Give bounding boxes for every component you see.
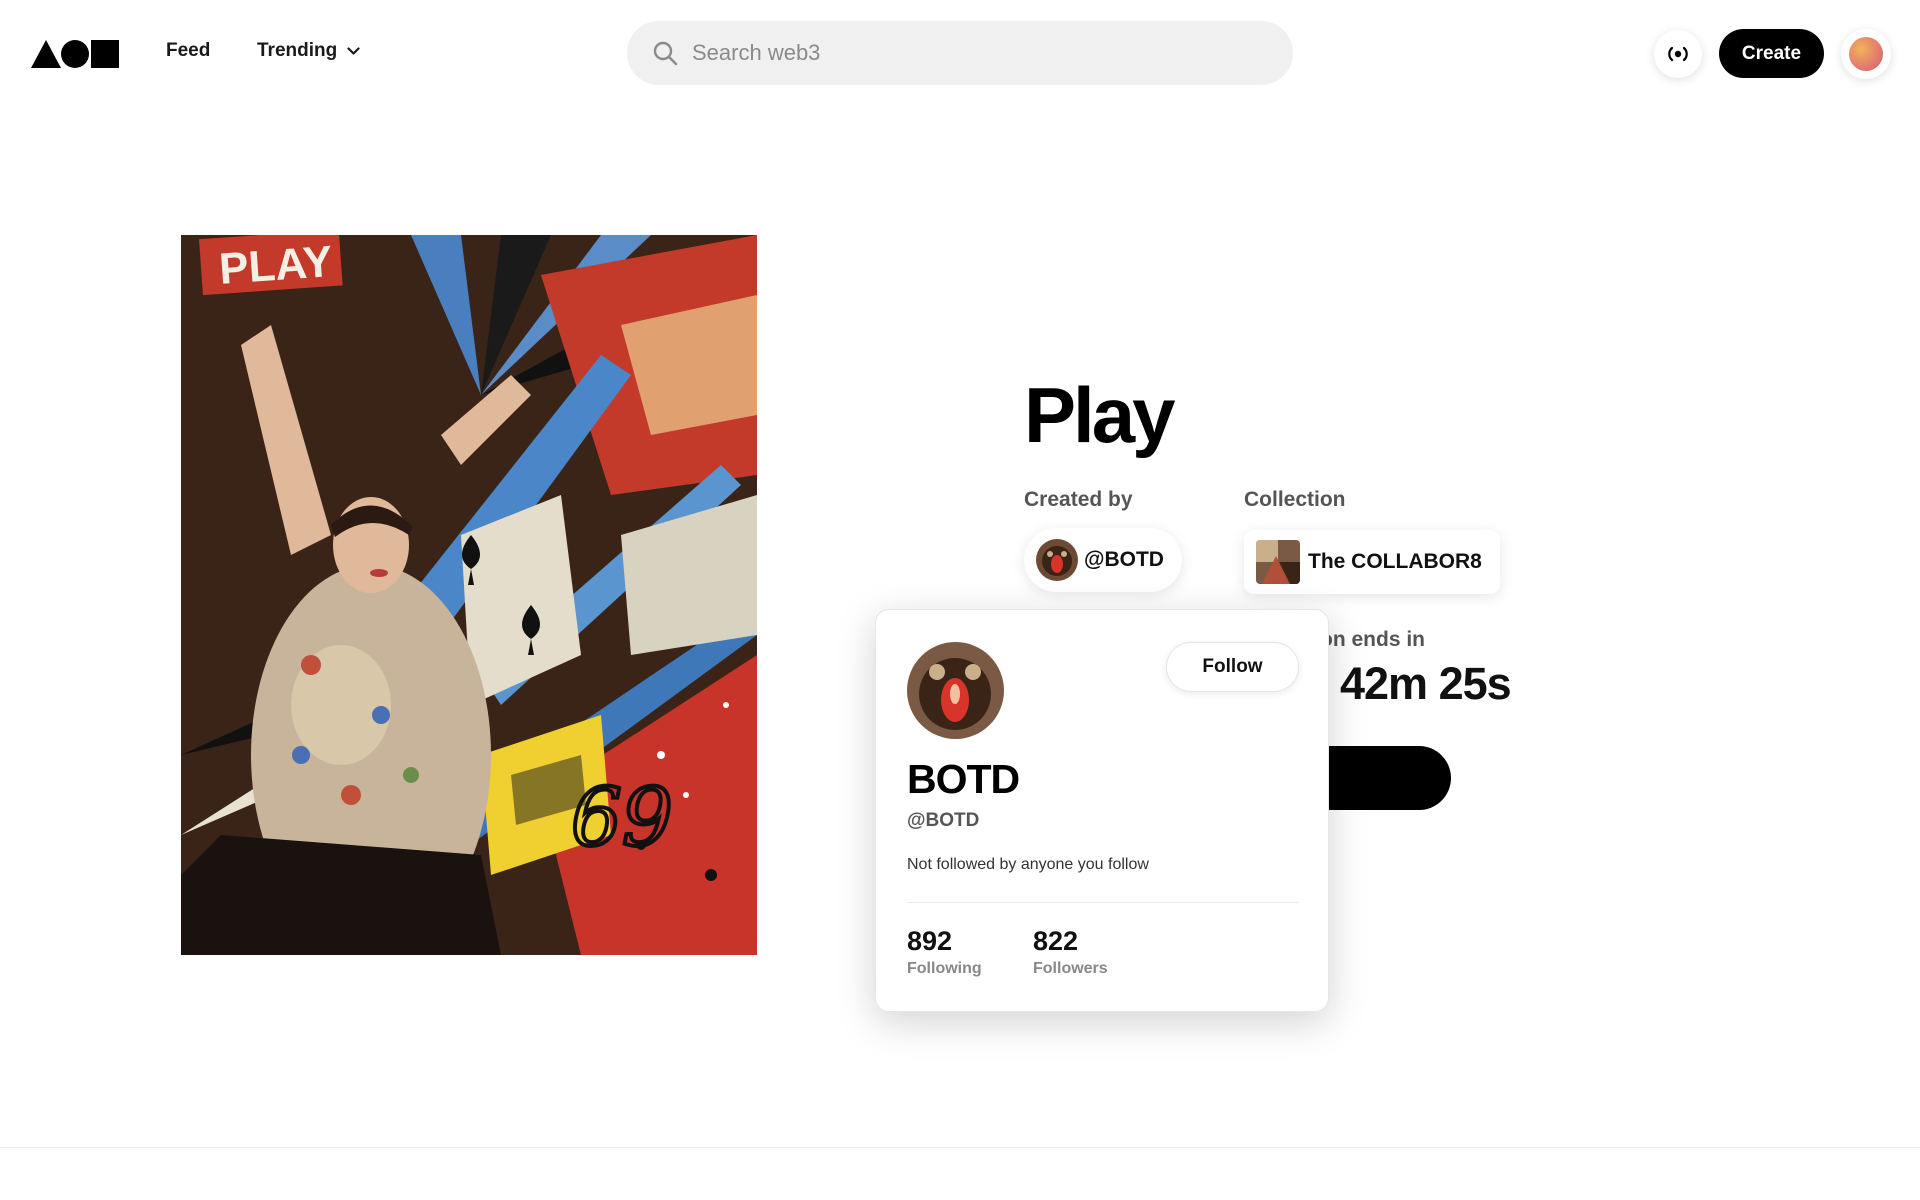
- creator-chip[interactable]: @BOTD: [1024, 528, 1182, 592]
- page-divider: [0, 1147, 1920, 1148]
- collection-label: Collection: [1244, 488, 1346, 511]
- artwork-overlay-text: PLAY: [217, 237, 333, 294]
- following-count: 892: [907, 926, 953, 956]
- artwork-image[interactable]: 69 PLAY: [181, 235, 757, 955]
- artwork-title: Play: [1024, 371, 1175, 459]
- following-stat[interactable]: 892 Following: [907, 926, 982, 978]
- search-input[interactable]: [692, 40, 1252, 66]
- mutual-followers-text: Not followed by anyone you follow: [907, 856, 1149, 873]
- follow-button[interactable]: Follow: [1166, 642, 1299, 692]
- foundation-logo[interactable]: [31, 38, 119, 68]
- followers-count: 822: [1033, 926, 1079, 956]
- collection-name: The COLLABOR8: [1308, 550, 1482, 573]
- live-activity-button[interactable]: [1654, 30, 1702, 78]
- collection-chip[interactable]: The COLLABOR8: [1244, 530, 1500, 594]
- search-bar[interactable]: [627, 21, 1293, 85]
- avatar: [1849, 37, 1883, 71]
- nav-trending-label: Trending: [257, 40, 338, 61]
- collage-artwork: 69 PLAY: [181, 235, 757, 955]
- following-label: Following: [907, 960, 982, 977]
- profile-name: BOTD: [907, 756, 1020, 802]
- followers-label: Followers: [1033, 960, 1108, 977]
- created-by-label: Created by: [1024, 488, 1133, 511]
- user-avatar-button[interactable]: [1841, 29, 1891, 79]
- profile-hover-card: Follow BOTD @BOTD Not followed by anyone…: [875, 609, 1329, 1012]
- profile-avatar[interactable]: [907, 642, 1004, 739]
- creator-handle: @BOTD: [1084, 548, 1164, 571]
- broadcast-icon: [1668, 46, 1688, 62]
- nav-trending-dropdown[interactable]: Trending: [257, 40, 360, 62]
- creator-avatar: [1036, 539, 1078, 581]
- create-button[interactable]: Create: [1719, 29, 1824, 78]
- profile-handle: @BOTD: [907, 810, 980, 831]
- svg-text:69: 69: [571, 771, 673, 864]
- chevron-down-icon: [347, 46, 360, 55]
- followers-stat[interactable]: 822 Followers: [1033, 926, 1108, 978]
- search-icon: [653, 41, 678, 66]
- nav-feed-link[interactable]: Feed: [166, 40, 210, 62]
- auction-countdown: 42m 25s: [1340, 658, 1512, 709]
- auction-ends-label: on ends in: [1320, 628, 1425, 651]
- top-nav-bar: Feed Trending Create: [0, 0, 1920, 106]
- divider: [907, 902, 1299, 903]
- collection-thumbnail: [1256, 540, 1300, 584]
